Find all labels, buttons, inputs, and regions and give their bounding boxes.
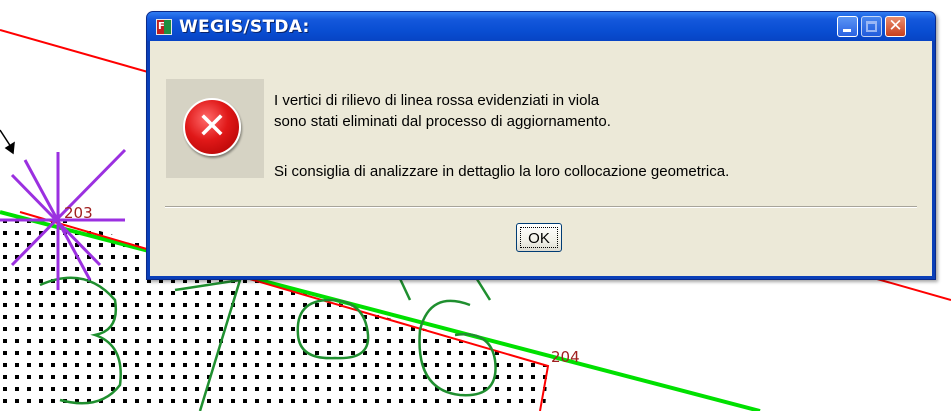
point-label-203: 203	[64, 204, 93, 222]
minimize-icon	[843, 29, 851, 32]
message-dialog: F WEGIS/STDA: ✕ ✕ I vertici di rilievo d…	[146, 11, 936, 280]
ok-button-label: OK	[520, 227, 558, 248]
maximize-icon	[866, 21, 877, 32]
separator	[165, 206, 917, 208]
message-line-1: I vertici di rilievo di linea rossa evid…	[274, 92, 600, 109]
dialog-titlebar[interactable]: F WEGIS/STDA: ✕	[147, 12, 935, 41]
arrow-icon	[0, 129, 15, 155]
error-icon-container: ✕	[166, 79, 264, 178]
minimize-button[interactable]	[837, 16, 858, 37]
maximize-button[interactable]	[861, 16, 882, 37]
error-icon: ✕	[183, 98, 241, 156]
close-icon: ✕	[888, 16, 903, 36]
dialog-body: ✕ I vertici di rilievo di linea rossa ev…	[150, 41, 932, 276]
close-button[interactable]: ✕	[885, 16, 906, 37]
app-icon-letter: F	[158, 21, 165, 32]
dialog-title: WEGIS/STDA:	[179, 17, 310, 37]
app-icon: F	[156, 19, 172, 35]
message-line-2: sono stati eliminati dal processo di agg…	[274, 113, 611, 130]
point-label-204: 204	[551, 348, 580, 366]
ok-button[interactable]: OK	[516, 223, 562, 252]
message-line-3: Si consiglia di analizzare in dettaglio …	[274, 163, 730, 180]
